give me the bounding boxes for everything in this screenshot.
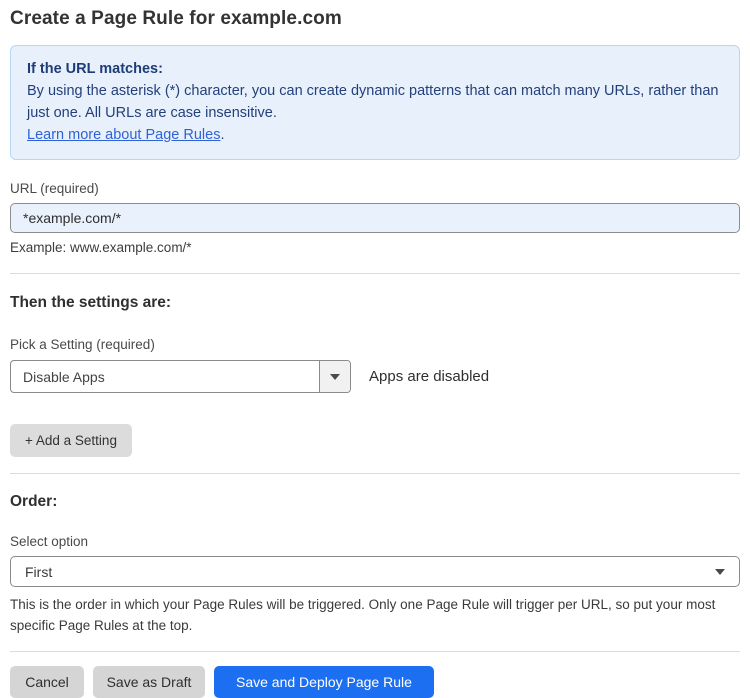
order-help-text: This is the order in which your Page Rul… [10, 597, 716, 633]
setting-status-text: Apps are disabled [369, 368, 490, 385]
url-example-text: Example: www.example.com/* [10, 240, 192, 255]
create-page-rule-form: Create a Page Rule for example.com If th… [0, 0, 750, 698]
url-match-info-box: If the URL matches: By using the asteris… [10, 45, 740, 160]
setting-dropdown-value: Disable Apps [23, 368, 105, 385]
info-box-heading: If the URL matches: [27, 61, 163, 77]
order-select-value: First [25, 563, 53, 580]
url-field-label: URL (required) [10, 181, 99, 196]
order-select-label: Select option [10, 534, 89, 549]
save-as-draft-button[interactable]: Save as Draft [93, 666, 205, 698]
save-and-deploy-button[interactable]: Save and Deploy Page Rule [214, 666, 434, 698]
order-section-heading: Order: [10, 493, 58, 510]
info-box-body: By using the asterisk (*) character, you… [27, 83, 719, 121]
divider [10, 651, 740, 652]
order-select[interactable]: First [10, 556, 740, 587]
setting-row: Disable Apps Apps are disabled [10, 360, 740, 393]
settings-section-heading: Then the settings are: [10, 294, 172, 311]
url-input[interactable] [10, 203, 740, 233]
divider [10, 273, 740, 274]
info-box-link-line: Learn more about Page Rules. [27, 124, 723, 146]
footer-actions: Cancel Save as Draft Save and Deploy Pag… [10, 666, 740, 698]
learn-more-link[interactable]: Learn more about Page Rules [27, 127, 220, 143]
pick-setting-label: Pick a Setting (required) [10, 337, 155, 352]
link-suffix: . [220, 127, 225, 143]
caret-down-icon [330, 373, 340, 380]
page-title: Create a Page Rule for example.com [10, 8, 342, 29]
caret-down-icon [715, 568, 725, 575]
setting-dropdown-arrow-button[interactable] [319, 361, 350, 392]
add-setting-button[interactable]: + Add a Setting [10, 424, 132, 457]
divider [10, 473, 740, 474]
setting-dropdown[interactable]: Disable Apps [10, 360, 351, 393]
cancel-button[interactable]: Cancel [10, 666, 84, 698]
